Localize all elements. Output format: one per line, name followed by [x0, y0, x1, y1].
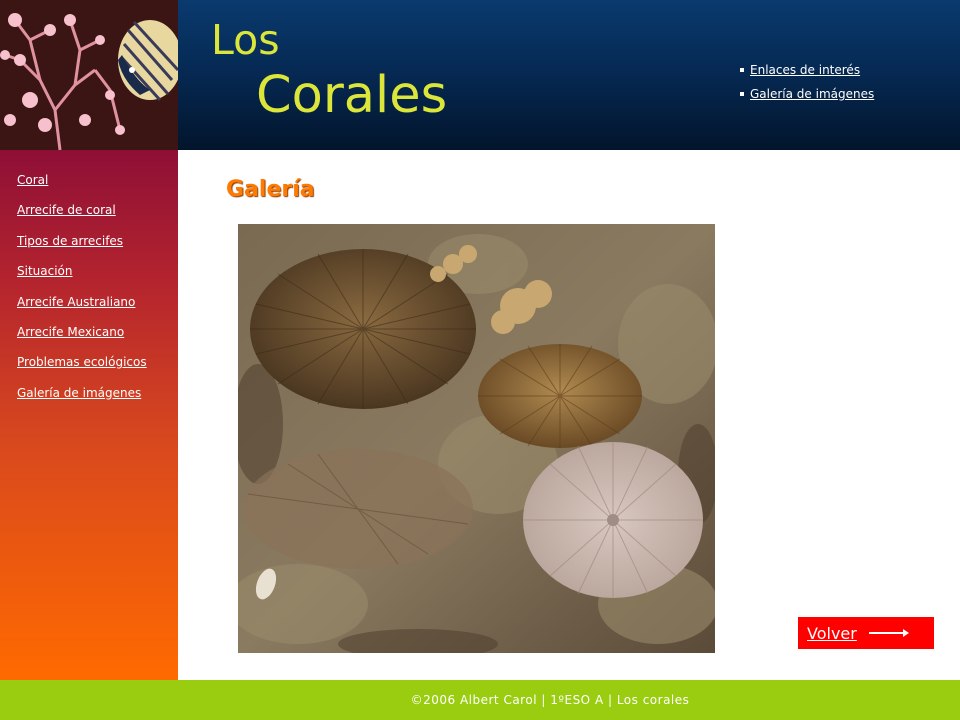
- page-footer: ©2006 Albert Carol | 1ºESO A | Los coral…: [0, 680, 960, 720]
- sidebar-link-problemas-ecologicos[interactable]: Problemas ecológicos: [17, 355, 147, 369]
- footer-copyright: ©2006 Albert Carol | 1ºESO A | Los coral…: [410, 693, 690, 707]
- sidebar-item-arrecife-mexicano: Arrecife Mexicano: [17, 324, 147, 354]
- header-links: Enlaces de interés Galería de imágenes: [740, 58, 874, 106]
- sidebar-link-tipos-de-arrecifes[interactable]: Tipos de arrecifes: [17, 234, 123, 248]
- sidebar-link-galeria-de-imagenes[interactable]: Galería de imágenes: [17, 386, 141, 400]
- header-link-enlaces: Enlaces de interés: [740, 58, 874, 82]
- coral-photo: [238, 224, 715, 653]
- sidebar-link-situacion[interactable]: Situación: [17, 264, 73, 278]
- sidebar-item-situacion: Situación: [17, 263, 147, 293]
- enlaces-de-interes-link[interactable]: Enlaces de interés: [750, 62, 860, 78]
- sidebar-item-coral: Coral: [17, 172, 147, 202]
- arrow-right-icon: [868, 629, 909, 637]
- volver-label: Volver: [807, 623, 857, 643]
- sidebar-item-arrecife-australiano: Arrecife Australiano: [17, 294, 147, 324]
- header-art-icon: [0, 0, 178, 150]
- coral-photo-icon: [238, 224, 715, 653]
- volver-button[interactable]: Volver: [798, 617, 934, 649]
- page-header: Los Corales Enlaces de interés Galería d…: [0, 0, 960, 150]
- sidebar-link-arrecife-de-coral[interactable]: Arrecife de coral: [17, 203, 116, 217]
- sidebar-item-problemas-ecologicos: Problemas ecológicos: [17, 354, 147, 384]
- header-fish-coral-image: [0, 0, 178, 150]
- sidebar-item-arrecife-de-coral: Arrecife de coral: [17, 202, 147, 232]
- sidebar-link-arrecife-australiano[interactable]: Arrecife Australiano: [17, 295, 135, 309]
- sidebar-link-arrecife-mexicano[interactable]: Arrecife Mexicano: [17, 325, 124, 339]
- header-link-galeria: Galería de imágenes: [740, 82, 874, 106]
- galeria-de-imagenes-link[interactable]: Galería de imágenes: [750, 86, 874, 102]
- square-bullet-icon: [740, 68, 744, 72]
- site-title-line2: Corales: [256, 66, 448, 125]
- page-title: Galería: [226, 177, 315, 202]
- sidebar-nav: Coral Arrecife de coral Tipos de arrecif…: [0, 150, 178, 680]
- square-bullet-icon: [740, 92, 744, 96]
- sidebar-item-tipos-de-arrecifes: Tipos de arrecifes: [17, 233, 147, 263]
- site-title-line1: Los: [211, 16, 280, 64]
- sidebar-link-coral[interactable]: Coral: [17, 173, 48, 187]
- sidebar-item-galeria-de-imagenes: Galería de imágenes: [17, 385, 147, 415]
